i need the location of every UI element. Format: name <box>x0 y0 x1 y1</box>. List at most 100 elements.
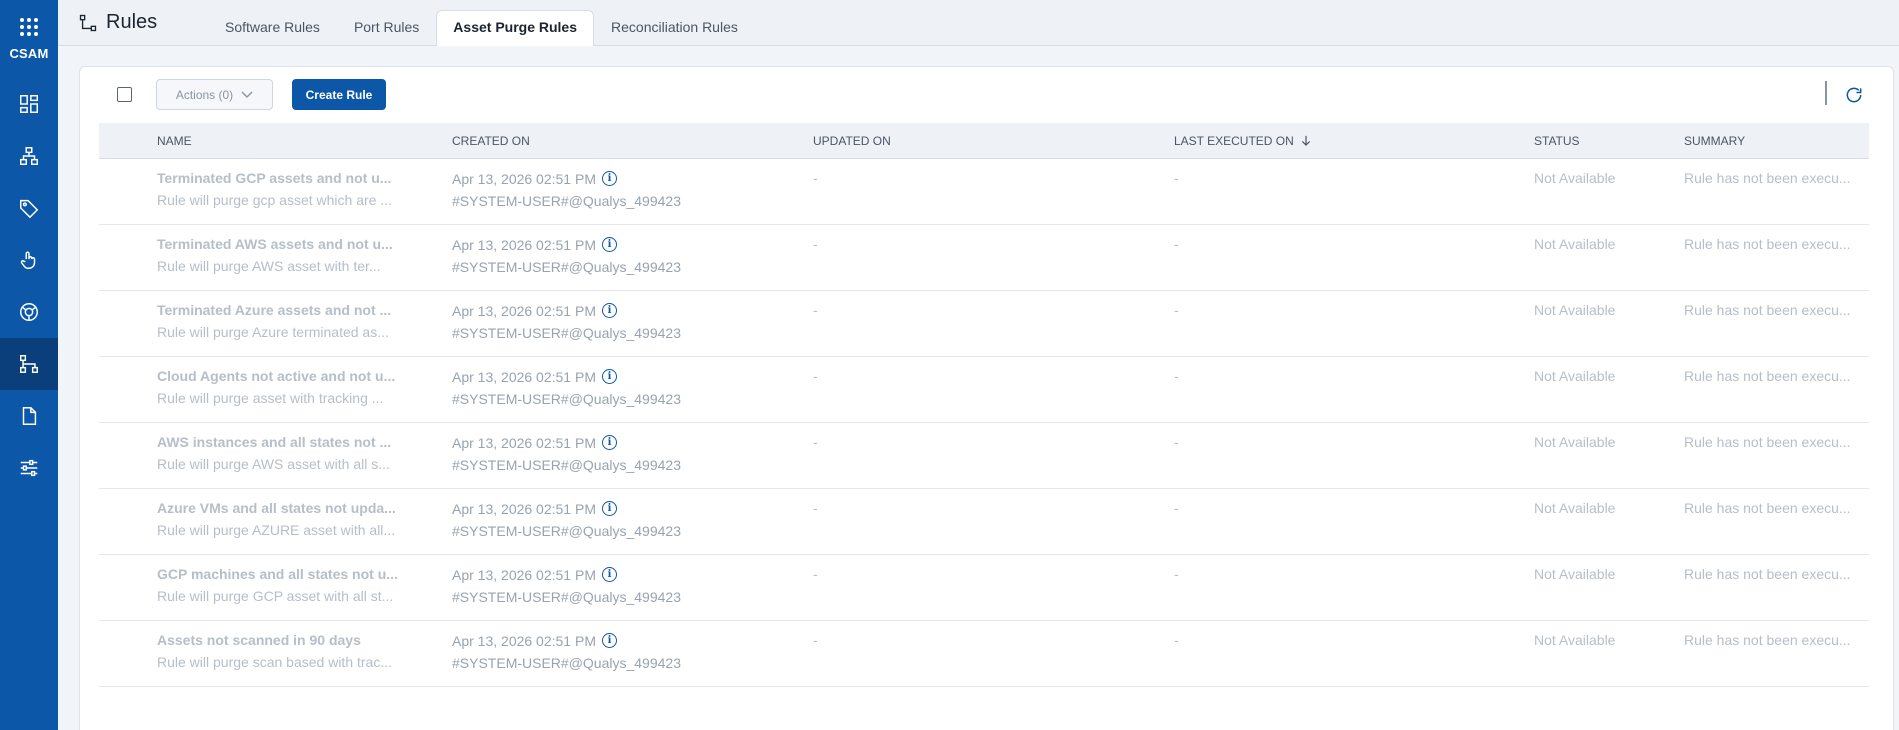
updated-on-cell: - <box>813 368 818 384</box>
tab-port-rules[interactable]: Port Rules <box>337 10 436 46</box>
rule-name[interactable]: Terminated AWS assets and not u... <box>157 236 407 252</box>
tab-software-rules[interactable]: Software Rules <box>208 10 337 46</box>
actions-dropdown[interactable]: Actions (0) <box>156 79 273 110</box>
summary-cell: Rule has not been execu... <box>1684 434 1851 450</box>
updated-on-cell: - <box>813 632 818 648</box>
info-icon[interactable]: i <box>602 171 617 186</box>
responses-icon <box>20 251 36 269</box>
app-grid-icon[interactable] <box>20 18 38 36</box>
column-header-last-executed-label: LAST EXECUTED ON <box>1174 134 1294 148</box>
created-by: #SYSTEM-USER#@Qualys_499423 <box>452 259 681 275</box>
status-cell: Not Available <box>1534 434 1616 450</box>
rule-name-cell[interactable]: GCP machines and all states not u... Rule… <box>157 566 407 604</box>
nav-responses[interactable] <box>0 234 58 286</box>
created-on-cell: Apr 13, 2026 02:51 PM i #SYSTEM-USER#@Qual… <box>452 434 681 474</box>
created-by: #SYSTEM-USER#@Qualys_499423 <box>452 457 681 473</box>
rule-name[interactable]: Terminated Azure assets and not ... <box>157 302 407 318</box>
summary-cell: Rule has not been execu... <box>1684 566 1851 582</box>
rule-name-cell[interactable]: Azure VMs and all states not upda... Rule… <box>157 500 407 538</box>
inventory-icon <box>20 147 38 165</box>
info-icon[interactable]: i <box>602 369 617 384</box>
table-row[interactable]: AWS instances and all states not ... Rule… <box>99 423 1869 489</box>
column-header-summary[interactable]: SUMMARY <box>1684 134 1745 148</box>
rule-description: Rule will purge AWS asset with ter... <box>157 258 381 274</box>
updated-on-cell: - <box>813 236 818 252</box>
column-header-last-executed-on[interactable]: LAST EXECUTED ON <box>1174 134 1311 148</box>
nav-eol[interactable] <box>0 286 58 338</box>
created-on-cell: Apr 13, 2026 02:51 PM i #SYSTEM-USER#@Qual… <box>452 632 681 672</box>
column-header-updated-on[interactable]: UPDATED ON <box>813 134 891 148</box>
rule-description: Rule will purge AWS asset with all s... <box>157 456 390 472</box>
configuration-icon <box>20 459 38 477</box>
select-all-checkbox[interactable] <box>117 87 132 102</box>
rule-name[interactable]: Cloud Agents not active and not u... <box>157 368 407 384</box>
column-header-status[interactable]: STATUS <box>1534 134 1580 148</box>
rule-name-cell[interactable]: Terminated AWS assets and not u... Rule w… <box>157 236 407 274</box>
created-by: #SYSTEM-USER#@Qualys_499423 <box>452 391 681 407</box>
toolbar-divider <box>1825 81 1827 105</box>
info-icon[interactable]: i <box>602 567 617 582</box>
table-row[interactable]: Terminated AWS assets and not u... Rule w… <box>99 225 1869 291</box>
table-row[interactable]: Terminated Azure assets and not ... Rule … <box>99 291 1869 357</box>
table-row[interactable]: Assets not scanned in 90 days Rule will p… <box>99 621 1869 687</box>
rule-name[interactable]: GCP machines and all states not u... <box>157 566 407 582</box>
summary-cell: Rule has not been execu... <box>1684 236 1851 252</box>
info-icon[interactable]: i <box>602 237 617 252</box>
reports-icon <box>22 407 37 425</box>
table-row[interactable]: GCP machines and all states not u... Rule… <box>99 555 1869 621</box>
column-header-created-on[interactable]: CREATED ON <box>452 134 530 148</box>
info-icon[interactable]: i <box>602 501 617 516</box>
rule-name[interactable]: Assets not scanned in 90 days <box>157 632 407 648</box>
summary-cell: Rule has not been execu... <box>1684 500 1851 516</box>
rule-description: Rule will purge asset with tracking ... <box>157 390 384 406</box>
updated-on-cell: - <box>813 170 818 186</box>
eol-icon <box>20 303 38 321</box>
nav-inventory[interactable] <box>0 130 58 182</box>
info-icon[interactable]: i <box>602 303 617 318</box>
rule-name-cell[interactable]: Terminated GCP assets and not u... Rule w… <box>157 170 407 208</box>
refresh-icon[interactable] <box>1844 85 1864 105</box>
created-by: #SYSTEM-USER#@Qualys_499423 <box>452 655 681 671</box>
actions-label: Actions (0) <box>175 87 234 102</box>
status-cell: Not Available <box>1534 632 1616 648</box>
last-executed-cell: - <box>1174 500 1179 516</box>
app-switcher[interactable]: CSAM <box>0 0 58 78</box>
last-executed-cell: - <box>1174 170 1179 186</box>
nav-tags[interactable] <box>0 182 58 234</box>
info-icon[interactable]: i <box>602 435 617 450</box>
rule-name-cell[interactable]: Terminated Azure assets and not ... Rule … <box>157 302 407 340</box>
rule-name-cell[interactable]: Cloud Agents not active and not u... Rule… <box>157 368 407 406</box>
rule-name[interactable]: Terminated GCP assets and not u... <box>157 170 407 186</box>
rule-description: Rule will purge GCP asset with all st... <box>157 588 394 604</box>
updated-on-cell: - <box>813 500 818 516</box>
last-executed-cell: - <box>1174 236 1179 252</box>
rule-name[interactable]: Azure VMs and all states not upda... <box>157 500 407 516</box>
rule-description: Rule will purge gcp asset which are ... <box>157 192 392 208</box>
info-icon[interactable]: i <box>602 633 617 648</box>
nav-rules[interactable] <box>0 338 58 390</box>
table-row[interactable]: Cloud Agents not active and not u... Rule… <box>99 357 1869 423</box>
created-by: #SYSTEM-USER#@Qualys_499423 <box>452 325 681 341</box>
create-rule-button[interactable]: Create Rule <box>292 79 386 110</box>
status-cell: Not Available <box>1534 302 1616 318</box>
status-cell: Not Available <box>1534 566 1616 582</box>
rule-name[interactable]: AWS instances and all states not ... <box>157 434 407 450</box>
created-on-cell: Apr 13, 2026 02:51 PM i #SYSTEM-USER#@Qual… <box>452 368 681 408</box>
last-executed-cell: - <box>1174 566 1179 582</box>
last-executed-cell: - <box>1174 368 1179 384</box>
nav-reports[interactable] <box>0 390 58 442</box>
nav-dashboard[interactable] <box>0 78 58 130</box>
tab-asset-purge-rules[interactable]: Asset Purge Rules <box>436 10 595 46</box>
rule-name-cell[interactable]: Assets not scanned in 90 days Rule will p… <box>157 632 407 670</box>
table-row[interactable]: Terminated GCP assets and not u... Rule w… <box>99 159 1869 225</box>
created-by: #SYSTEM-USER#@Qualys_499423 <box>452 589 681 605</box>
toolbar: Actions (0) Create Rule <box>80 67 1893 123</box>
column-header-name[interactable]: NAME <box>157 134 192 148</box>
created-on-date: Apr 13, 2026 02:51 PM <box>452 566 596 583</box>
tab-reconciliation-rules[interactable]: Reconciliation Rules <box>594 10 755 46</box>
table-row[interactable]: Azure VMs and all states not upda... Rule… <box>99 489 1869 555</box>
created-on-date: Apr 13, 2026 02:51 PM <box>452 632 596 649</box>
nav-configuration[interactable] <box>0 442 58 494</box>
last-executed-cell: - <box>1174 434 1179 450</box>
rule-name-cell[interactable]: AWS instances and all states not ... Rule… <box>157 434 407 472</box>
